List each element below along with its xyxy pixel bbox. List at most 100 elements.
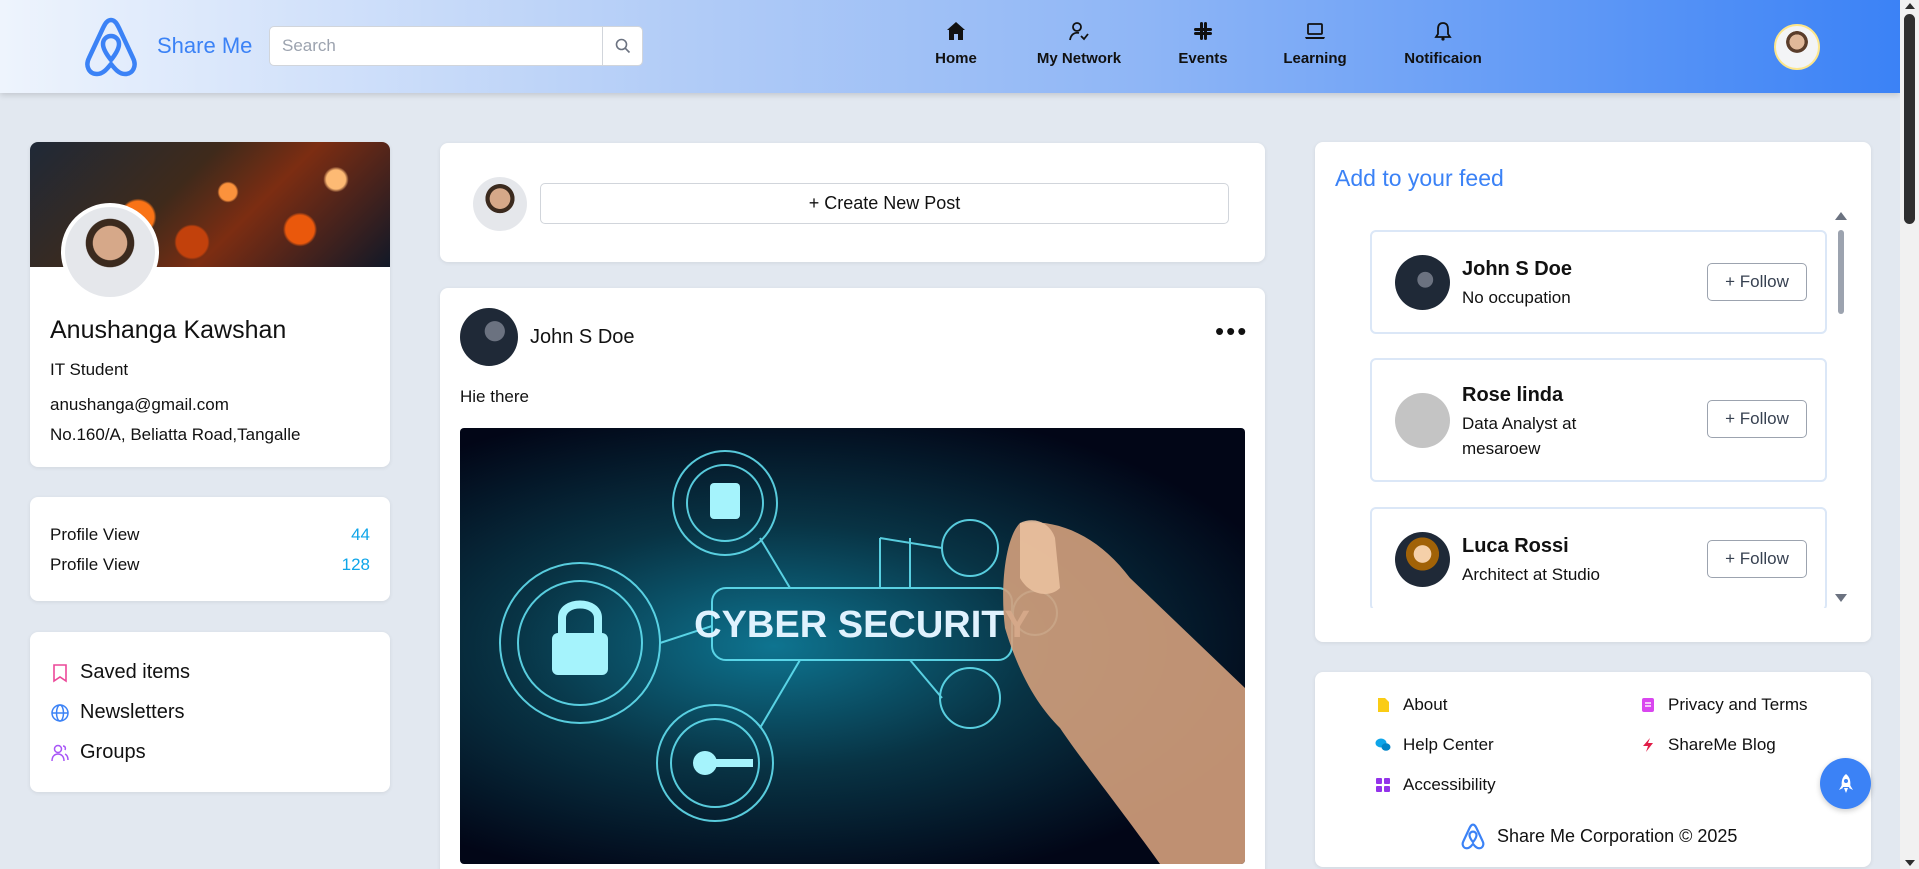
page-scroll-thumb[interactable] <box>1904 14 1915 224</box>
shortcuts-card: Saved items Newsletters Groups <box>30 632 390 792</box>
stat-label: Profile View <box>50 555 140 574</box>
nav-events-label: Events <box>1178 50 1228 67</box>
suggestion-name[interactable]: Luca Rossi <box>1462 535 1569 558</box>
footer-link-label: Privacy and Terms <box>1668 695 1808 714</box>
search-bar <box>269 26 643 66</box>
globe-icon <box>51 703 69 722</box>
profile-title: IT Student <box>50 360 129 379</box>
grid-icon <box>1376 778 1390 792</box>
nav-notification[interactable]: Notificaion <box>1383 20 1503 67</box>
suggestion-avatar[interactable] <box>1395 393 1450 448</box>
chat-icon <box>1375 738 1391 751</box>
search-button[interactable] <box>602 27 642 65</box>
nav-events[interactable]: Events <box>1143 20 1263 67</box>
follow-button[interactable]: + Follow <box>1707 400 1807 438</box>
search-input[interactable] <box>270 27 602 65</box>
brand-name: Share Me <box>157 33 253 58</box>
suggestion-occupation: Architect at Studio <box>1462 565 1600 584</box>
profile-address: No.160/A, Beliatta Road,Tangalle <box>50 425 301 444</box>
scroll-up-arrow-icon[interactable] <box>1835 212 1847 220</box>
suggestion-avatar[interactable] <box>1395 532 1450 587</box>
create-post-card: + Create New Post <box>440 143 1265 262</box>
suggestion-name[interactable]: John S Doe <box>1462 258 1572 281</box>
newsletters-link[interactable]: Newsletters <box>50 701 184 724</box>
feed-scrollbar[interactable] <box>1835 212 1847 602</box>
scroll-down-arrow-icon[interactable] <box>1835 594 1847 602</box>
footer-link-label: Help Center <box>1403 735 1494 754</box>
suggestion-avatar[interactable] <box>1395 255 1450 310</box>
newsletters-label: Newsletters <box>80 701 185 723</box>
post-text: Hie there <box>460 387 529 406</box>
suggestion-name[interactable]: Rose linda <box>1462 384 1563 407</box>
bell-icon <box>1434 22 1452 41</box>
scroll-thumb[interactable] <box>1838 230 1844 314</box>
brand-logo[interactable]: Share Me <box>79 14 252 78</box>
policy-icon <box>1642 698 1654 712</box>
post-image[interactable]: CYBER SECURITY <box>460 428 1245 864</box>
feed-suggestion-item: John S Doe No occupation + Follow <box>1370 230 1827 334</box>
page-scroll-up-icon[interactable] <box>1905 3 1915 9</box>
footer-link-label: About <box>1403 695 1448 714</box>
nav-home[interactable]: Home <box>896 20 1016 67</box>
add-to-feed-card: Add to your feed John S Doe No occupatio… <box>1315 142 1871 642</box>
copyright-text: Share Me Corporation © 2025 <box>1497 825 1738 846</box>
header-avatar[interactable] <box>1774 24 1820 70</box>
saved-items-link[interactable]: Saved items <box>50 661 190 684</box>
stat-label: Profile View <box>50 525 140 544</box>
document-icon <box>1378 698 1389 712</box>
search-icon <box>615 38 630 54</box>
groups-label: Groups <box>80 741 146 763</box>
page-scrollbar[interactable] <box>1900 0 1919 869</box>
airbnb-logo-icon <box>85 17 137 77</box>
page-scroll-down-icon[interactable] <box>1905 860 1915 866</box>
footer-link-about[interactable]: About <box>1375 695 1447 715</box>
network-icon <box>1069 22 1089 41</box>
post-author-avatar[interactable] <box>460 308 518 366</box>
footer-link-blog[interactable]: ShareMe Blog <box>1640 735 1776 755</box>
footer-link-help[interactable]: Help Center <box>1375 735 1494 755</box>
stat-row[interactable]: Profile View 44 <box>50 525 370 545</box>
groups-icon <box>51 744 69 761</box>
follow-button[interactable]: + Follow <box>1707 263 1807 301</box>
groups-link[interactable]: Groups <box>50 741 146 764</box>
nav-learning-label: Learning <box>1283 50 1347 67</box>
nav-my-network[interactable]: My Network <box>1019 20 1139 67</box>
create-post-button[interactable]: + Create New Post <box>540 183 1229 224</box>
profile-avatar[interactable] <box>61 203 159 301</box>
nav-home-label: Home <box>935 50 977 67</box>
suggestion-occupation: No occupation <box>1462 288 1571 307</box>
stat-row[interactable]: Profile View 128 <box>50 555 370 575</box>
bookmark-icon <box>53 663 67 682</box>
footer-link-label: ShareMe Blog <box>1668 735 1776 754</box>
nav-my-network-label: My Network <box>1036 50 1122 67</box>
bolt-icon <box>1643 738 1653 752</box>
floating-action-button[interactable] <box>1820 758 1871 809</box>
more-options-icon[interactable]: ••• <box>1215 318 1248 344</box>
events-icon <box>1194 22 1212 40</box>
suggestion-occupation: Data Analyst at mesaroew <box>1462 414 1577 458</box>
post-author-name[interactable]: John S Doe <box>530 326 635 349</box>
profile-email: anushanga@gmail.com <box>50 395 229 414</box>
stats-card: Profile View 44 Profile View 128 <box>30 497 390 601</box>
feed-suggestion-list: John S Doe No occupation + Follow Rose l… <box>1355 230 1830 608</box>
cyber-security-illustration: CYBER SECURITY <box>499 450 1245 864</box>
feed-suggestion-item: Luca Rossi Architect at Studio + Follow <box>1370 507 1827 608</box>
footer-link-accessibility[interactable]: Accessibility <box>1375 775 1496 795</box>
top-header: Share Me Home My Network Events Learning… <box>0 0 1900 93</box>
footer-link-label: Accessibility <box>1403 775 1496 794</box>
stat-value: 128 <box>341 555 370 574</box>
post-card: John S Doe ••• Hie there CYBER SECURITY <box>440 288 1265 869</box>
profile-card: Anushanga Kawshan IT Student anushanga@g… <box>30 142 390 467</box>
image-caption: CYBER SECURITY <box>694 604 1030 646</box>
feed-suggestion-item: Rose linda Data Analyst at mesaroew + Fo… <box>1370 358 1827 482</box>
stat-value: 44 <box>351 525 370 544</box>
saved-items-label: Saved items <box>80 661 191 683</box>
follow-button[interactable]: + Follow <box>1707 540 1807 578</box>
laptop-icon <box>1305 23 1325 39</box>
nav-learning[interactable]: Learning <box>1255 20 1375 67</box>
footer-card: About Privacy and Terms Help Center Shar… <box>1315 672 1871 867</box>
copyright: Share Me Corporation © 2025 <box>1459 822 1737 850</box>
brand-logo-icon <box>1461 823 1485 850</box>
user-avatar <box>473 177 527 231</box>
footer-link-privacy[interactable]: Privacy and Terms <box>1640 695 1808 715</box>
